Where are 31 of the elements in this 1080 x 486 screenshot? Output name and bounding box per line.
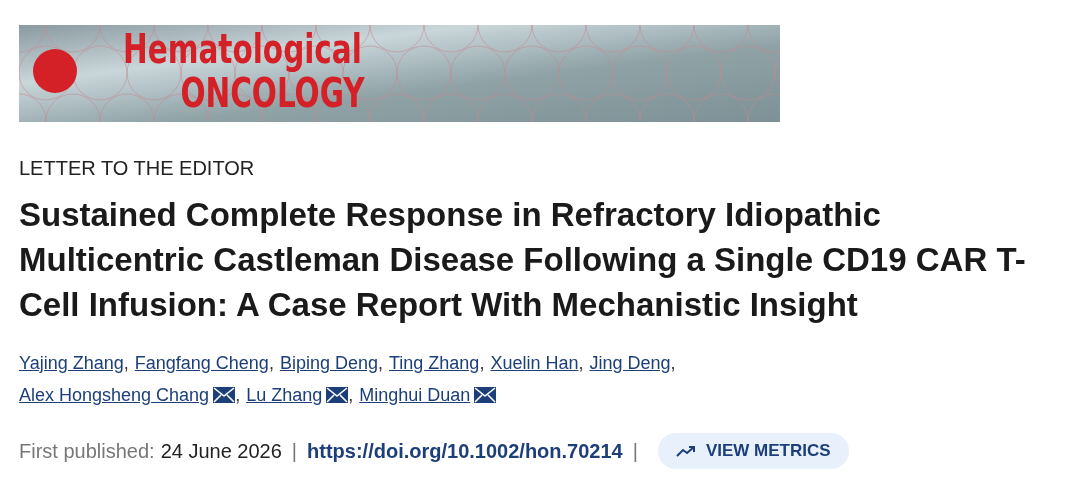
divider: | <box>632 439 638 463</box>
separator: , <box>268 353 274 373</box>
envelope-icon[interactable] <box>326 387 349 403</box>
author-link[interactable]: Yajing Zhang <box>19 353 124 373</box>
author-link[interactable]: Biping Deng <box>279 353 378 373</box>
journal-logo-text: Hematological <box>123 27 362 71</box>
published-date: 24 June 2026 <box>160 439 282 463</box>
separator: , <box>479 353 485 373</box>
author-link[interactable]: Alex Hongsheng Chang <box>19 385 210 405</box>
article-type: LETTER TO THE EDITOR <box>19 157 256 180</box>
trend-icon <box>675 445 696 457</box>
author-link[interactable]: Xuelin Han <box>490 353 579 373</box>
separator: , <box>123 353 129 373</box>
separator: , <box>377 353 383 373</box>
separator: , <box>670 353 676 373</box>
envelope-icon[interactable] <box>213 387 236 403</box>
view-metrics-button[interactable]: VIEW METRICS <box>657 433 849 469</box>
author-link[interactable]: Minghui Duan <box>359 385 471 405</box>
published-label: First published: <box>19 439 155 463</box>
doi-link[interactable]: https://doi.org/10.1002/hon.70214 <box>307 439 623 463</box>
envelope-icon[interactable] <box>474 387 497 403</box>
divider: | <box>291 439 298 463</box>
author-link[interactable]: Fangfang Cheng <box>134 353 269 373</box>
journal-logo-text: ONCOLOGY <box>180 71 365 115</box>
author-link[interactable]: Lu Zhang <box>246 385 323 405</box>
separator: , <box>348 385 354 405</box>
article-title: Sustained Complete Response in Refractory Idiopathic Multicentric Castleman Disease Following a Single CD19 CAR T-Cell Infusion: A Case Report With Mechanistic Insight <box>19 195 1027 325</box>
author-link[interactable]: Jing Deng <box>589 353 671 373</box>
separator: , <box>235 385 241 405</box>
author-link[interactable]: Ting Zhang <box>389 353 480 373</box>
separator: , <box>578 353 584 373</box>
